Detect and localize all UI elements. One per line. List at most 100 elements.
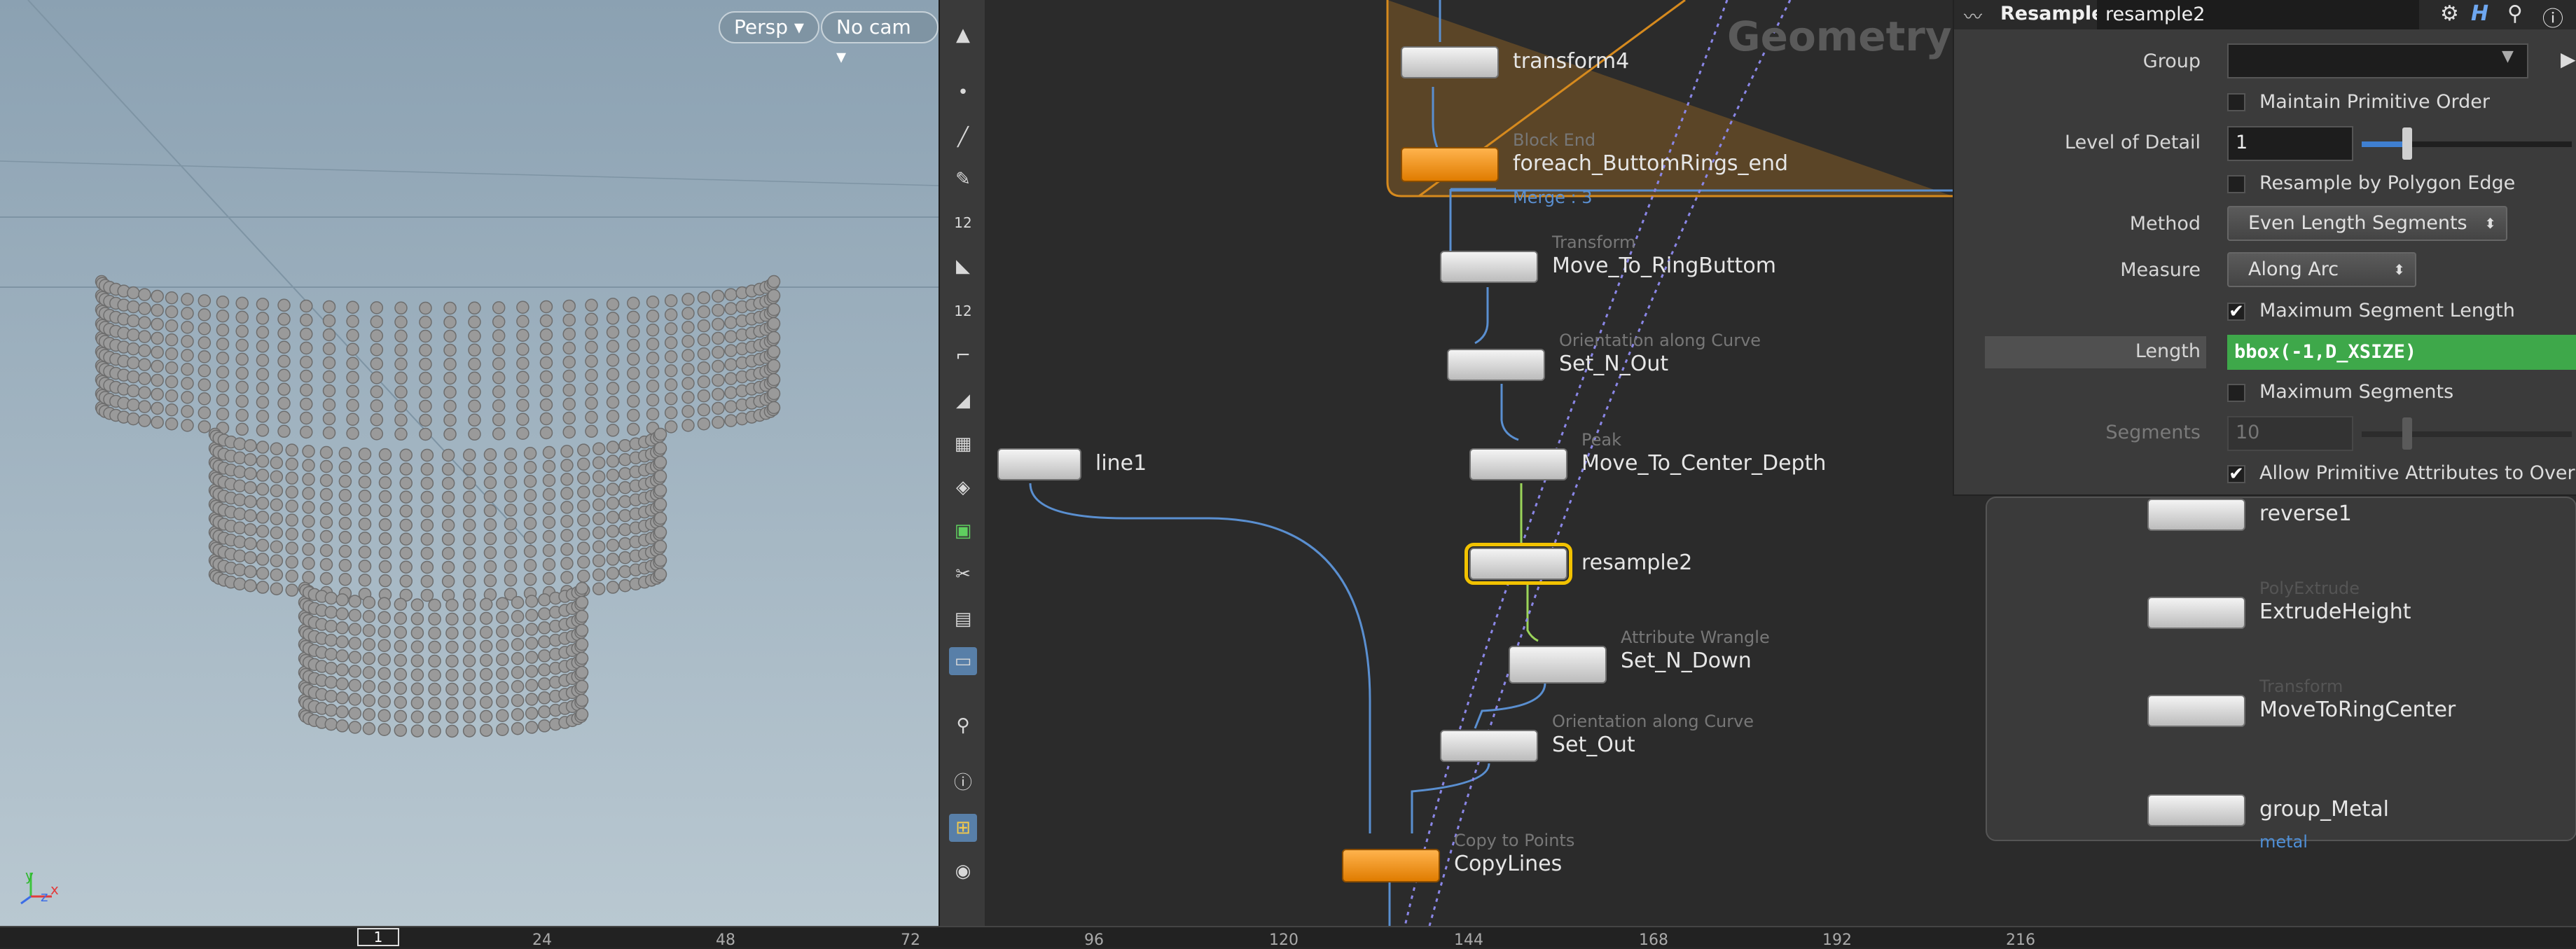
method-select[interactable]: Even Length Segments ⬍: [2227, 206, 2507, 241]
node-name-field[interactable]: resample2: [2097, 0, 2419, 29]
segments-field[interactable]: 10: [2227, 416, 2353, 451]
bead: [525, 679, 539, 692]
bead: [378, 597, 391, 610]
bead: [592, 470, 606, 483]
layers-icon[interactable]: ◈: [949, 473, 977, 501]
bead: [428, 626, 441, 640]
transform-icon[interactable]: [2147, 695, 2245, 727]
bead: [523, 517, 537, 530]
brush-icon[interactable]: ╱: [949, 123, 977, 151]
bead: [378, 518, 392, 532]
max-seg-length-checkbox[interactable]: ✔: [2227, 303, 2245, 321]
bead: [319, 473, 333, 487]
num-12-icon[interactable]: 12: [949, 209, 977, 237]
extrude-icon[interactable]: [2147, 597, 2245, 629]
bead: [516, 314, 529, 328]
node-label: transform4: [1513, 49, 1630, 74]
chevron-down-icon[interactable]: ▼: [2502, 48, 2514, 65]
bead: [358, 462, 372, 475]
perspective-menu-button[interactable]: Persp ▾: [719, 11, 819, 43]
knife-icon[interactable]: ✂: [949, 560, 977, 588]
shape-icon[interactable]: ◢: [949, 387, 977, 415]
bead: [277, 424, 291, 438]
group-field[interactable]: [2227, 43, 2528, 78]
bead: [504, 504, 518, 517]
pin-icon[interactable]: ⚲: [949, 712, 977, 740]
bead: [483, 532, 497, 546]
bead: [270, 484, 284, 497]
arrow-right-icon[interactable]: ▶: [2561, 48, 2576, 71]
bead: [198, 308, 212, 321]
segments-slider-track[interactable]: [2362, 431, 2572, 437]
line-icon[interactable]: [997, 448, 1081, 480]
bead: [653, 483, 667, 497]
checker-icon[interactable]: ▦: [949, 430, 977, 458]
transform-icon[interactable]: [1440, 251, 1538, 283]
orient-curve-icon[interactable]: [1447, 349, 1545, 381]
bead: [302, 543, 315, 556]
bead: [256, 553, 270, 566]
bead: [319, 501, 333, 515]
bead: [681, 363, 695, 376]
measure-select[interactable]: Along Arc ⬍: [2227, 252, 2416, 287]
bead: [492, 329, 506, 342]
timeline-bar[interactable]: 1 24 48 72 96 120 144 168 192 216: [0, 926, 2576, 949]
wrangle-icon[interactable]: [1509, 646, 1607, 684]
bead: [724, 386, 738, 399]
display-icon[interactable]: ▭: [949, 647, 977, 675]
bead: [724, 372, 738, 385]
layout-icon[interactable]: ⊞: [949, 814, 977, 842]
bead: [358, 532, 372, 545]
copy-to-points-icon[interactable]: [1342, 849, 1440, 882]
bead: [724, 358, 738, 371]
help-h-icon[interactable]: H: [2471, 1, 2488, 26]
bead: [410, 654, 424, 667]
bead: [216, 365, 230, 379]
bead: [420, 532, 434, 546]
info-icon[interactable]: ⓘ: [2542, 1, 2563, 32]
bead: [420, 588, 434, 602]
node-type-label: Block End: [1513, 130, 1596, 150]
bead: [441, 448, 455, 462]
segments-slider-handle[interactable]: [2402, 417, 2412, 450]
dot-icon[interactable]: •: [949, 78, 977, 106]
search-icon[interactable]: ⚲: [2507, 1, 2523, 26]
resample-icon[interactable]: [1464, 543, 1572, 585]
transform-icon[interactable]: [1401, 46, 1499, 78]
bead: [646, 351, 660, 365]
bead: [441, 546, 455, 560]
block-end-icon[interactable]: [1401, 147, 1499, 182]
orient-curve-icon[interactable]: [1440, 730, 1538, 762]
bead: [165, 333, 179, 347]
resample-edge-checkbox[interactable]: [2227, 175, 2245, 193]
maintain-order-checkbox[interactable]: [2227, 93, 2245, 111]
group-icon[interactable]: [2147, 794, 2245, 826]
current-frame-marker[interactable]: 1: [357, 928, 399, 946]
gear-icon[interactable]: ⚙: [2440, 1, 2459, 26]
texture-icon[interactable]: ▣: [949, 517, 977, 545]
bead: [233, 437, 247, 450]
bead: [138, 330, 151, 343]
peak-icon[interactable]: [1469, 448, 1567, 480]
lod-slider-handle[interactable]: [2402, 127, 2412, 160]
bead: [664, 406, 678, 420]
arrow-up-icon[interactable]: ▲: [949, 21, 977, 49]
bead: [538, 691, 551, 705]
sculpt-icon[interactable]: ◣: [949, 252, 977, 280]
allow-prim-attrs-checkbox[interactable]: ✔: [2227, 465, 2245, 483]
bead: [525, 651, 539, 664]
num-12b-icon[interactable]: 12: [949, 297, 977, 325]
grid-icon[interactable]: ▤: [949, 605, 977, 633]
reverse-icon[interactable]: [2147, 499, 2245, 531]
scene-viewport[interactable]: Persp ▾ No cam ▾ y x z: [0, 0, 939, 926]
pen-icon[interactable]: ✎: [949, 165, 977, 193]
bead: [216, 323, 230, 337]
info-icon[interactable]: ⓘ: [949, 769, 977, 797]
length-expression-field[interactable]: bbox(-1,D_XSIZE): [2227, 335, 2576, 370]
curve-icon[interactable]: ⌐: [949, 342, 977, 370]
max-segments-checkbox[interactable]: [2227, 384, 2245, 402]
lod-field[interactable]: 1: [2227, 126, 2353, 161]
bead: [525, 707, 539, 720]
eye-icon[interactable]: ◉: [949, 857, 977, 885]
camera-menu-button[interactable]: No cam ▾: [821, 11, 939, 68]
